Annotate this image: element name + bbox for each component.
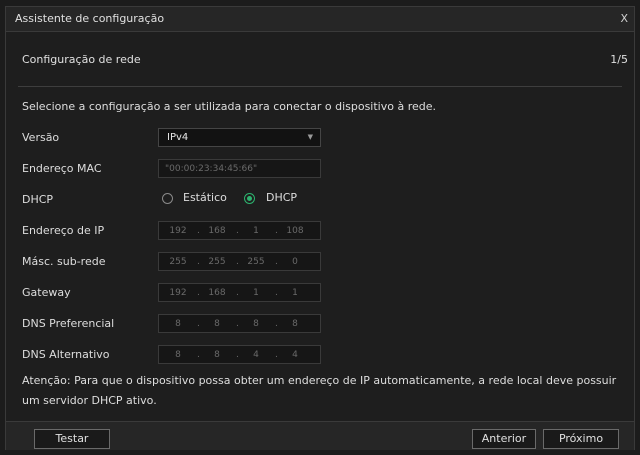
subnet-mask-field[interactable]: 255 . 255 . 255 . 0 xyxy=(158,252,321,271)
dhcp-label: DHCP xyxy=(22,193,54,206)
ip-separator: . xyxy=(275,257,278,267)
dns-octet: 4 xyxy=(292,350,298,360)
title-bar: Assistente de configuração X xyxy=(6,7,634,32)
gateway-octet: 1 xyxy=(292,288,298,298)
ip-separator: . xyxy=(236,288,239,298)
dns-octet: 8 xyxy=(253,319,259,329)
ip-separator: . xyxy=(275,226,278,236)
divider xyxy=(18,86,622,87)
ip-separator: . xyxy=(197,257,200,267)
ip-octet: 192 xyxy=(169,226,187,236)
mac-label: Endereço MAC xyxy=(22,162,102,175)
dns-octet: 4 xyxy=(253,350,259,360)
version-label: Versão xyxy=(22,131,60,144)
static-radio-label[interactable]: Estático xyxy=(183,191,227,204)
intro-text: Selecione a configuração a ser utilizada… xyxy=(22,100,436,113)
dhcp-notice: Atenção: Para que o dispositivo possa ob… xyxy=(22,374,617,407)
ip-octet: 108 xyxy=(286,226,304,236)
setup-wizard-dialog: Assistente de configuração X Configuraçã… xyxy=(5,6,635,450)
version-select[interactable]: IPv4 ▼ xyxy=(158,128,321,147)
mask-octet: 255 xyxy=(247,257,265,267)
dns-octet: 8 xyxy=(214,319,220,329)
static-radio[interactable] xyxy=(162,193,173,204)
step-title: Configuração de rede xyxy=(22,53,141,66)
footer-bar: Testar Anterior Próximo xyxy=(6,421,634,450)
mask-octet: 0 xyxy=(292,257,298,267)
ip-separator: . xyxy=(197,226,200,236)
next-button[interactable]: Próximo xyxy=(543,429,619,449)
mask-octet: 255 xyxy=(169,257,187,267)
ip-separator: . xyxy=(236,257,239,267)
ip-octet: 1 xyxy=(253,226,259,236)
gateway-octet: 192 xyxy=(169,288,187,298)
ip-octet: 168 xyxy=(208,226,226,236)
ip-separator: . xyxy=(275,319,278,329)
ip-separator: . xyxy=(197,319,200,329)
dns-octet: 8 xyxy=(175,350,181,360)
window-title: Assistente de configuração xyxy=(15,12,165,25)
mac-value: "00:00:23:34:45:66" xyxy=(165,164,258,174)
ip-separator: . xyxy=(275,350,278,360)
step-header: Configuração de rede 1/5 xyxy=(6,31,634,87)
ip-separator: . xyxy=(236,226,239,236)
dns-preferred-label: DNS Preferencial xyxy=(22,317,115,330)
previous-button[interactable]: Anterior xyxy=(472,429,536,449)
mask-octet: 255 xyxy=(208,257,226,267)
mac-field[interactable]: "00:00:23:34:45:66" xyxy=(158,159,321,178)
ip-address-field[interactable]: 192 . 168 . 1 . 108 xyxy=(158,221,321,240)
ip-separator: . xyxy=(197,288,200,298)
gateway-octet: 1 xyxy=(253,288,259,298)
mask-label: Másc. sub-rede xyxy=(22,255,106,268)
gateway-label: Gateway xyxy=(22,286,71,299)
gateway-octet: 168 xyxy=(208,288,226,298)
dns-alternate-field[interactable]: 8 . 8 . 4 . 4 xyxy=(158,345,321,364)
close-button[interactable]: X xyxy=(620,12,628,25)
chevron-down-icon: ▼ xyxy=(307,133,313,141)
dhcp-radio-label[interactable]: DHCP xyxy=(266,191,297,204)
ip-label: Endereço de IP xyxy=(22,224,105,237)
gateway-field[interactable]: 192 . 168 . 1 . 1 xyxy=(158,283,321,302)
dhcp-radio[interactable] xyxy=(244,193,255,204)
version-value: IPv4 xyxy=(167,132,189,143)
ip-separator: . xyxy=(236,319,239,329)
step-counter: 1/5 xyxy=(610,53,628,66)
dns-alternate-label: DNS Alternativo xyxy=(22,348,110,361)
dns-octet: 8 xyxy=(175,319,181,329)
ip-separator: . xyxy=(275,288,278,298)
dns-octet: 8 xyxy=(292,319,298,329)
dns-preferred-field[interactable]: 8 . 8 . 8 . 8 xyxy=(158,314,321,333)
test-button[interactable]: Testar xyxy=(34,429,110,449)
ip-separator: . xyxy=(236,350,239,360)
ip-separator: . xyxy=(197,350,200,360)
dns-octet: 8 xyxy=(214,350,220,360)
